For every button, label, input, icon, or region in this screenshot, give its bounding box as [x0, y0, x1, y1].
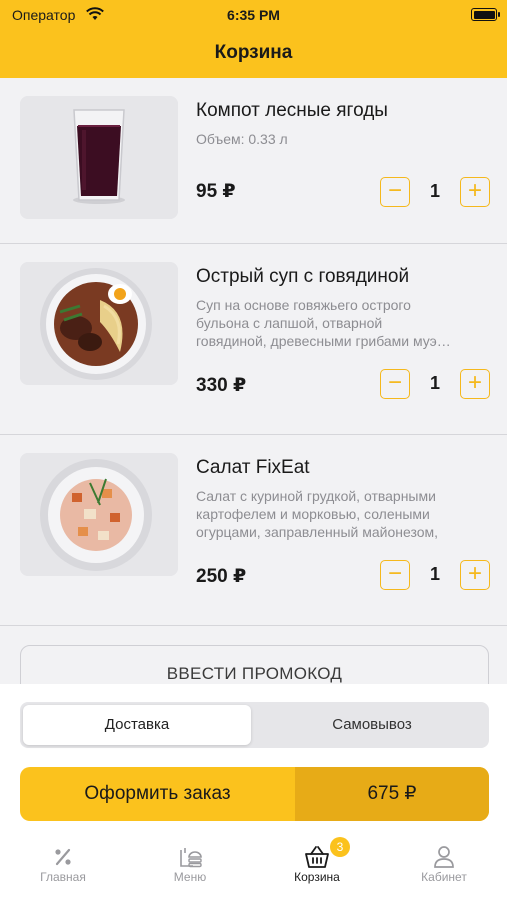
item-price: 95 ₽ — [196, 181, 236, 202]
product-image — [20, 262, 178, 385]
checkout-panel: Доставка Самовывоз Оформить заказ 675 ₽ … — [0, 684, 507, 900]
tab-account[interactable]: Кабинет — [381, 834, 507, 900]
decrease-button[interactable]: − — [380, 560, 410, 590]
checkout-label: Оформить заказ — [84, 783, 231, 804]
tab-label: Меню — [173, 870, 207, 884]
tab-cart[interactable]: 3 Корзина — [254, 834, 380, 900]
decrease-button[interactable]: − — [380, 177, 410, 207]
cart-item[interactable]: Салат FixEat Салат с куриной грудкой, от… — [0, 435, 507, 626]
tab-label: Корзина — [294, 870, 340, 884]
status-bar: Оператор 6:35 PM — [0, 5, 507, 25]
item-name: Салат FixEat — [196, 457, 310, 478]
battery-icon — [471, 8, 500, 21]
menu-food-icon — [180, 848, 202, 868]
item-quantity: 1 — [429, 564, 440, 584]
basket-icon — [305, 846, 329, 868]
tab-label: Кабинет — [421, 870, 467, 884]
increase-button[interactable]: + — [460, 177, 490, 207]
increase-button[interactable]: + — [460, 560, 490, 590]
page-title: Корзина — [214, 42, 293, 63]
decrease-button[interactable]: − — [380, 369, 410, 399]
tab-home[interactable]: Главная — [0, 834, 126, 900]
cart-item[interactable]: Острый суп с говядиной Суп на основе гов… — [0, 244, 507, 435]
status-time: 6:35 PM — [227, 7, 280, 23]
item-name: Острый суп с говядиной — [196, 266, 410, 287]
delivery-segmented-control: Доставка Самовывоз — [20, 702, 489, 748]
tab-bar: Главная Меню 3 Корзина Кабинет — [0, 834, 507, 900]
cart-list: Компот лесные ягоды Объем: 0.33 л 95 ₽ −… — [0, 78, 507, 626]
item-quantity: 1 — [429, 181, 440, 201]
percent-icon — [55, 848, 71, 866]
item-description: Объем: 0.33 л — [196, 131, 288, 147]
delivery-option[interactable]: Доставка — [23, 705, 251, 745]
quantity-stepper: − 1 + — [380, 369, 490, 399]
quantity-stepper: − 1 + — [380, 560, 490, 590]
tab-menu[interactable]: Меню — [127, 834, 253, 900]
pickup-option[interactable]: Самовывоз — [258, 705, 486, 745]
cart-count-badge: 3 — [330, 837, 350, 857]
item-description: Салат с куриной грудкой, отварными карто… — [196, 488, 439, 540]
product-image — [20, 453, 178, 576]
product-image — [20, 96, 178, 219]
checkout-button[interactable]: Оформить заказ 675 ₽ — [20, 767, 489, 821]
quantity-stepper: − 1 + — [380, 177, 490, 207]
item-name: Компот лесные ягоды — [196, 100, 388, 121]
increase-button[interactable]: + — [460, 369, 490, 399]
tab-label: Главная — [40, 870, 86, 884]
user-icon — [434, 846, 454, 868]
item-price: 330 ₽ — [196, 375, 247, 396]
item-description: Суп на основе говяжьего острого бульона … — [196, 297, 451, 349]
order-total: 675 ₽ — [295, 767, 489, 821]
cart-item[interactable]: Компот лесные ягоды Объем: 0.33 л 95 ₽ −… — [0, 78, 507, 244]
item-quantity: 1 — [429, 373, 440, 393]
app-header: Оператор 6:35 PM Корзина — [0, 0, 507, 78]
item-price: 250 ₽ — [196, 566, 247, 587]
